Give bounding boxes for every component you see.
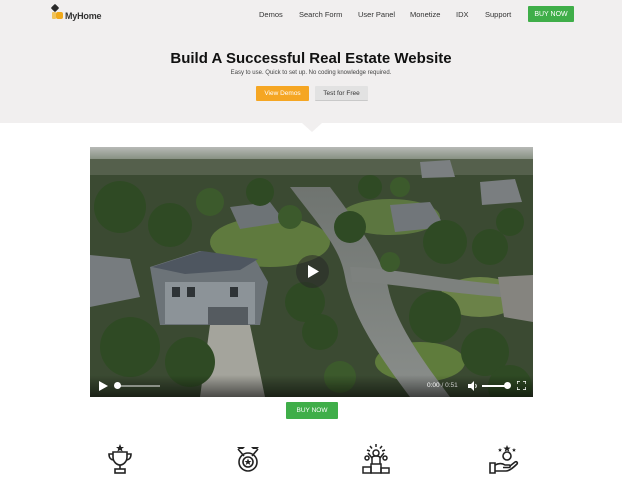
video-play-overlay-button[interactable] xyxy=(296,255,329,288)
view-demos-button[interactable]: View Demos xyxy=(256,86,309,101)
video-progress-bar[interactable] xyxy=(114,382,160,389)
nav-item-demos[interactable]: Demos xyxy=(259,10,283,19)
test-for-free-button[interactable]: Test for Free xyxy=(315,86,368,101)
video-time-display: 0:00 / 0:51 xyxy=(427,382,458,389)
video-current-time: 0:00 xyxy=(427,382,440,389)
volume-slider-handle[interactable] xyxy=(504,382,511,389)
play-icon xyxy=(307,265,319,278)
hero-pointer-arrow xyxy=(302,123,322,132)
winner-podium-icon xyxy=(362,444,390,474)
hand-star-icon xyxy=(489,445,519,474)
hero-section: Build A Successful Real Estate Website E… xyxy=(0,30,622,123)
header-buy-now-button[interactable]: BUY NOW xyxy=(528,6,574,22)
video-duration: 0:51 xyxy=(445,382,458,389)
buy-now-button[interactable]: BUY NOW xyxy=(286,402,338,419)
nav-item-monetize[interactable]: Monetize xyxy=(410,10,440,19)
trophy-icon xyxy=(108,444,132,474)
play-icon[interactable] xyxy=(99,381,108,391)
nav-item-idx[interactable]: IDX xyxy=(456,10,469,19)
medal-icon xyxy=(237,447,259,472)
nav-item-support[interactable]: Support xyxy=(485,10,511,19)
nav-item-search-form[interactable]: Search Form xyxy=(299,10,342,19)
video-player[interactable]: 0:00 / 0:51 xyxy=(90,147,533,397)
video-progress-handle[interactable] xyxy=(114,382,121,389)
hero-title: Build A Successful Real Estate Website xyxy=(170,50,452,67)
volume-slider[interactable] xyxy=(482,382,511,389)
video-controls-bar: 0:00 / 0:51 xyxy=(90,375,533,397)
hero-subtitle: Easy to use. Quick to set up. No coding … xyxy=(230,70,392,76)
fullscreen-icon[interactable] xyxy=(517,381,526,390)
nav-item-user-panel[interactable]: User Panel xyxy=(358,10,395,19)
volume-icon[interactable] xyxy=(468,381,478,391)
